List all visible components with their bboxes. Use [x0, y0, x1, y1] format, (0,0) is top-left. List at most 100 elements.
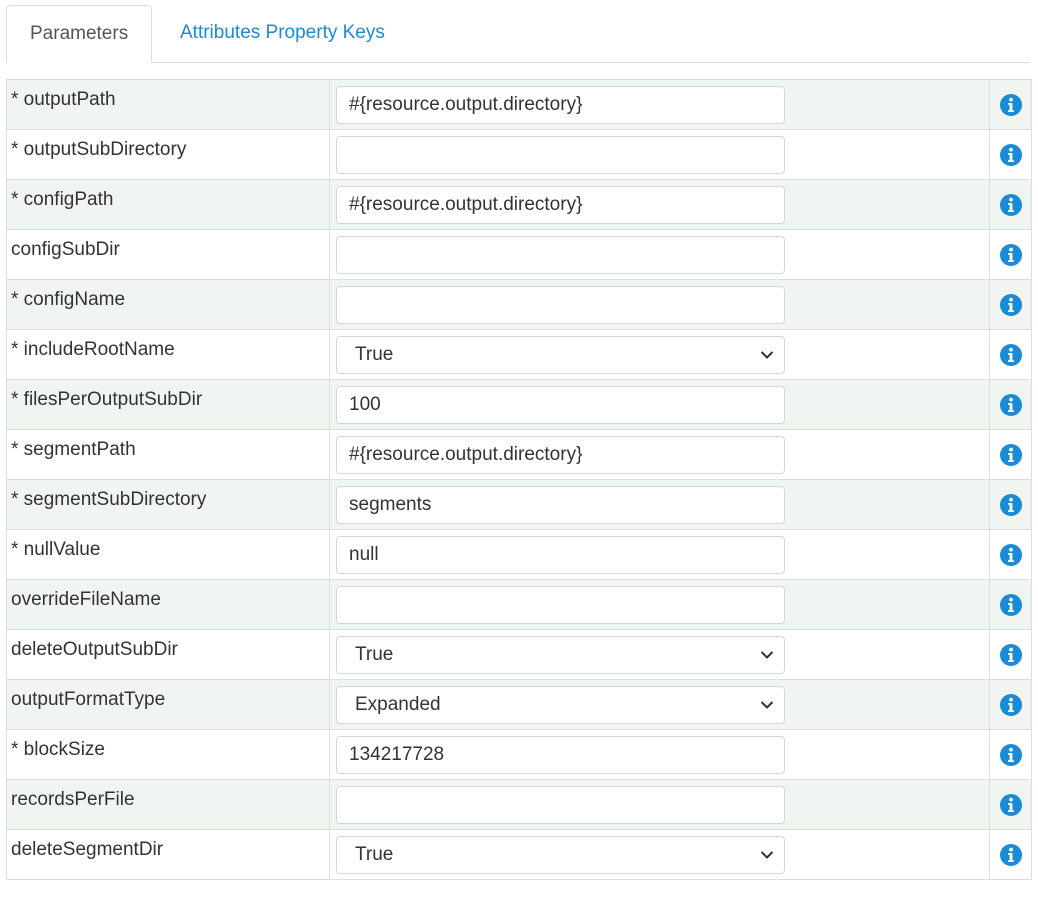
parameter-label-cell: * outputPath — [6, 79, 330, 130]
parameter-label: * includeRootName — [11, 339, 175, 360]
info-circle-icon[interactable] — [999, 393, 1023, 417]
parameter-input[interactable] — [336, 435, 785, 474]
parameter-value-cell — [329, 579, 990, 630]
parameter-row: * outputSubDirectory — [6, 129, 1032, 180]
parameter-info-cell — [989, 679, 1032, 730]
parameter-label-cell: * filesPerOutputSubDir — [6, 379, 330, 430]
parameter-input[interactable] — [336, 135, 785, 174]
info-circle-icon[interactable] — [999, 243, 1023, 267]
info-circle-icon[interactable] — [999, 143, 1023, 167]
info-circle-icon[interactable] — [999, 843, 1023, 867]
parameter-info-cell — [989, 229, 1032, 280]
parameter-label-cell: * includeRootName — [6, 329, 330, 380]
parameter-info-cell — [989, 829, 1032, 880]
parameter-input[interactable] — [336, 585, 785, 624]
parameter-label: * filesPerOutputSubDir — [11, 389, 203, 410]
parameter-label-cell: deleteOutputSubDir — [6, 629, 330, 680]
parameter-value-cell — [329, 529, 990, 580]
parameter-select[interactable]: True — [336, 635, 785, 674]
parameter-value-cell — [329, 279, 990, 330]
parameter-input[interactable] — [336, 85, 785, 124]
parameter-select[interactable]: True — [336, 835, 785, 874]
parameter-label: * configPath — [11, 189, 114, 210]
info-circle-icon[interactable] — [999, 593, 1023, 617]
parameter-input[interactable] — [336, 285, 785, 324]
parameter-value-cell: True — [329, 829, 990, 880]
info-circle-icon[interactable] — [999, 693, 1023, 717]
parameters-table-body: * outputPath * outputSubDirectory * config… — [6, 79, 1032, 880]
parameter-info-cell — [989, 329, 1032, 380]
parameter-row: * segmentSubDirectory — [6, 479, 1032, 530]
parameter-select[interactable]: True — [336, 335, 785, 374]
parameter-row: configSubDir — [6, 229, 1032, 280]
parameter-info-cell — [989, 529, 1032, 580]
info-circle-icon[interactable] — [999, 343, 1023, 367]
tab-bar: Parameters Attributes Property Keys — [6, 5, 1030, 63]
parameter-label: * blockSize — [11, 739, 105, 760]
parameter-value-cell: True — [329, 329, 990, 380]
parameter-info-cell — [989, 129, 1032, 180]
parameter-row: * filesPerOutputSubDir — [6, 379, 1032, 430]
parameter-value-cell — [329, 779, 990, 830]
parameter-value-cell — [329, 379, 990, 430]
parameter-info-cell — [989, 579, 1032, 630]
info-circle-icon[interactable] — [999, 293, 1023, 317]
parameter-info-cell — [989, 479, 1032, 530]
info-circle-icon[interactable] — [999, 793, 1023, 817]
parameter-label: configSubDir — [11, 239, 120, 260]
parameter-row: overrideFileName — [6, 579, 1032, 630]
parameter-label-cell: outputFormatType — [6, 679, 330, 730]
parameter-label-cell: * outputSubDirectory — [6, 129, 330, 180]
parameter-info-cell — [989, 279, 1032, 330]
parameters-table: * outputPath * outputSubDirectory * config… — [6, 79, 1032, 880]
parameter-input[interactable] — [336, 535, 785, 574]
parameter-row: * nullValue — [6, 529, 1032, 580]
parameter-info-cell — [989, 429, 1032, 480]
parameter-label-cell: deleteSegmentDir — [6, 829, 330, 880]
parameter-value-cell — [329, 129, 990, 180]
info-circle-icon[interactable] — [999, 443, 1023, 467]
parameter-label: * outputPath — [11, 89, 116, 110]
parameter-value-cell — [329, 429, 990, 480]
parameter-select[interactable]: Expanded — [336, 685, 785, 724]
parameter-input[interactable] — [336, 385, 785, 424]
parameter-value-cell — [329, 729, 990, 780]
parameter-row: deleteSegmentDir True — [6, 829, 1032, 880]
parameter-input[interactable] — [336, 485, 785, 524]
parameter-value-cell — [329, 229, 990, 280]
parameter-label-cell: * nullValue — [6, 529, 330, 580]
info-circle-icon[interactable] — [999, 193, 1023, 217]
parameter-row: * blockSize — [6, 729, 1032, 780]
tab-parameters[interactable]: Parameters — [6, 5, 153, 63]
parameter-value-cell — [329, 479, 990, 530]
parameter-label: recordsPerFile — [11, 789, 135, 810]
parameter-row: recordsPerFile — [6, 779, 1032, 830]
parameter-label: * segmentPath — [11, 439, 136, 460]
parameter-label: * nullValue — [11, 539, 101, 560]
parameter-label: * segmentSubDirectory — [11, 489, 207, 510]
parameter-label-cell: configSubDir — [6, 229, 330, 280]
parameter-info-cell — [989, 729, 1032, 780]
parameter-input[interactable] — [336, 735, 785, 774]
info-circle-icon[interactable] — [999, 643, 1023, 667]
parameter-label-cell: recordsPerFile — [6, 779, 330, 830]
parameter-input[interactable] — [336, 185, 785, 224]
parameter-info-cell — [989, 179, 1032, 230]
tab-attributes-property-keys[interactable]: Attributes Property Keys — [157, 5, 408, 63]
parameter-label-cell: overrideFileName — [6, 579, 330, 630]
parameter-label-cell: * segmentPath — [6, 429, 330, 480]
parameter-input[interactable] — [336, 235, 785, 274]
info-circle-icon[interactable] — [999, 493, 1023, 517]
parameter-row: * outputPath — [6, 79, 1032, 130]
parameter-value-cell — [329, 79, 990, 130]
parameter-label-cell: * configName — [6, 279, 330, 330]
parameter-input[interactable] — [336, 785, 785, 824]
parameter-row: * segmentPath — [6, 429, 1032, 480]
parameter-label: outputFormatType — [11, 689, 166, 710]
parameter-row: * includeRootName True — [6, 329, 1032, 380]
info-circle-icon[interactable] — [999, 93, 1023, 117]
info-circle-icon[interactable] — [999, 743, 1023, 767]
parameter-row: deleteOutputSubDir True — [6, 629, 1032, 680]
info-circle-icon[interactable] — [999, 543, 1023, 567]
parameter-value-cell: True — [329, 629, 990, 680]
